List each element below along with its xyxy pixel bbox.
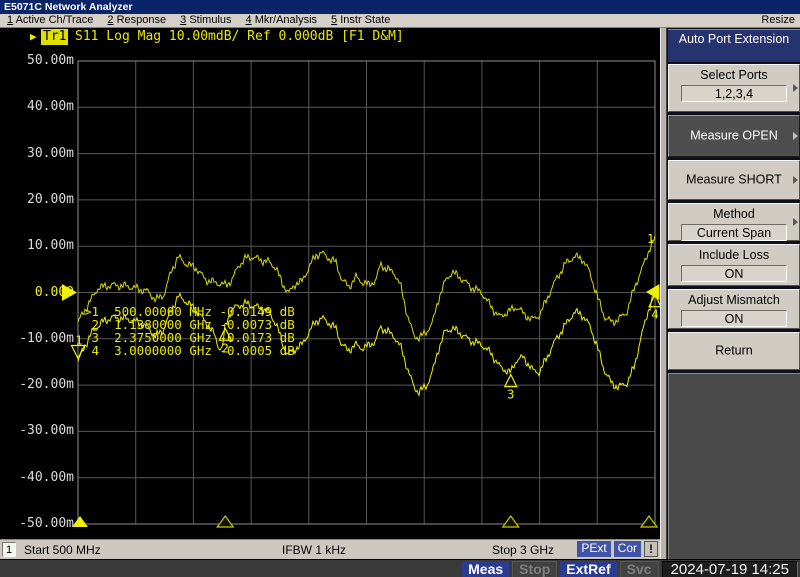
softkey-scroll-strip[interactable] xyxy=(660,28,667,559)
badge-extref: ExtRef xyxy=(560,561,616,577)
menu-item-active-ch-trace[interactable]: 1 Active Ch/Trace xyxy=(0,14,100,27)
y-axis-tick-label: -20.00m xyxy=(0,377,74,392)
badge-stop: Stop xyxy=(512,561,557,577)
softkey-label: Method xyxy=(669,204,799,222)
softkey-column: Auto Port Extension Select Ports 1,2,3,4 M… xyxy=(668,28,800,559)
status-badges: MeasStopExtRefSvc xyxy=(462,561,658,577)
menu-item-response[interactable]: 2 Response xyxy=(100,14,173,27)
softkey-measure-open[interactable]: Measure OPEN xyxy=(668,115,800,157)
softkey-label: Select Ports xyxy=(669,65,799,83)
stimulus-marker-2 xyxy=(217,516,233,527)
menu-item-stimulus[interactable]: 3 Stimulus xyxy=(173,14,238,27)
y-axis-tick-label: 30.00m xyxy=(0,146,74,161)
instrument-window: E5071C Network Analyzer 1 Active Ch/Trac… xyxy=(0,0,800,577)
softkey-value: Current Span xyxy=(681,224,787,241)
softkey-adjust-mismatch[interactable]: Adjust Mismatch ON xyxy=(668,289,800,329)
menu-items: 1 Active Ch/Trace2 Response3 Stimulus4 M… xyxy=(0,14,397,26)
reference-level-label: 0.000 xyxy=(0,285,74,300)
softkey-value: ON xyxy=(681,265,787,282)
softkey-select-ports[interactable]: Select Ports 1,2,3,4 xyxy=(668,64,800,112)
window-titlebar[interactable]: E5071C Network Analyzer xyxy=(0,0,800,14)
trace-title-bar: ▶ Tr1 S11 Log Mag 10.00mdB/ Ref 0.000dB … xyxy=(0,28,660,45)
channel-status-bar: 1 Start 500 MHz IFBW 1 kHz Stop 3 GHz PE… xyxy=(0,539,660,559)
softkey-sidebar: Auto Port Extension Select Ports 1,2,3,4 M… xyxy=(660,28,800,559)
main-area: ▶ Tr1 S11 Log Mag 10.00mdB/ Ref 0.000dB … xyxy=(0,28,800,559)
submenu-arrow-icon xyxy=(793,84,798,92)
channel-badges: PExtCor! xyxy=(577,541,658,557)
active-trace-arrow-icon: ▶ xyxy=(30,29,37,45)
softkey-measure-short[interactable]: Measure SHORT xyxy=(668,160,800,200)
stimulus-marker-3 xyxy=(503,516,519,527)
softkey-label: Measure OPEN xyxy=(669,129,799,144)
instrument-status-bar: MeasStopExtRefSvc 2024-07-19 14:25 xyxy=(0,559,800,577)
ifbw-label[interactable]: IFBW 1 kHz xyxy=(282,543,346,557)
clock: 2024-07-19 14:25 xyxy=(662,561,798,577)
menu-hotkey: 5 xyxy=(331,14,337,26)
softkey-value: 1,2,3,4 xyxy=(681,85,787,102)
softkey-label: Return xyxy=(669,344,799,359)
softkey-label: Measure SHORT xyxy=(669,173,799,188)
softkey-value: ON xyxy=(681,310,787,327)
softkey-label: Adjust Mismatch xyxy=(669,290,799,308)
badge-meas: Meas xyxy=(462,561,509,577)
badge-pext: PExt xyxy=(577,541,610,557)
trace-badge[interactable]: Tr1 xyxy=(41,29,68,45)
badge-cor: Cor xyxy=(614,541,641,557)
softkey-return[interactable]: Return xyxy=(668,332,800,370)
stimulus-marker-1 xyxy=(72,516,88,527)
y-axis-tick-label: 50.00m xyxy=(0,53,74,68)
menu-hotkey: 2 xyxy=(107,14,113,26)
marker-4-number: 4 xyxy=(651,308,658,322)
marker-3-number: 3 xyxy=(507,388,514,402)
submenu-arrow-icon xyxy=(793,218,798,226)
y-axis-tick-label: -30.00m xyxy=(0,423,74,438)
submenu-arrow-icon xyxy=(793,176,798,184)
window-title: E5071C Network Analyzer xyxy=(4,1,133,13)
ref-level-indicator-right xyxy=(646,284,660,300)
stop-frequency-label[interactable]: Stop 3 GHz xyxy=(492,543,554,557)
resize-button[interactable]: Resize xyxy=(761,14,795,27)
trace-format-text: S11 Log Mag 10.00mdB/ Ref 0.000dB [F1 D&… xyxy=(75,29,404,45)
softkey-menu-title: Auto Port Extension xyxy=(668,29,800,62)
y-axis-tick-label: -40.00m xyxy=(0,470,74,485)
submenu-arrow-icon xyxy=(793,132,798,140)
menu-hotkey: 3 xyxy=(180,14,186,26)
trace-number-label: 1 xyxy=(647,232,654,246)
softkey-empty-area xyxy=(668,373,800,559)
y-axis-tick-label: 40.00m xyxy=(0,99,74,114)
badge-: ! xyxy=(644,541,658,557)
softkey-label: Include Loss xyxy=(669,245,799,263)
start-frequency-label[interactable]: Start 500 MHz xyxy=(24,543,101,557)
menu-item-mkr-analysis[interactable]: 4 Mkr/Analysis xyxy=(239,14,325,27)
softkey-include-loss[interactable]: Include Loss ON xyxy=(668,244,800,286)
y-axis-tick-label: -50.00m xyxy=(0,516,74,531)
plot-canvas: 11234 xyxy=(0,45,660,539)
plot-area: 11234 50.00m40.00m30.00m20.00m10.00m0.00… xyxy=(0,45,660,539)
y-axis-tick-label: 10.00m xyxy=(0,238,74,253)
menu-hotkey: 4 xyxy=(246,14,252,26)
channel-number: 1 xyxy=(2,542,16,557)
menu-hotkey: 1 xyxy=(7,14,13,26)
menu-item-instr-state[interactable]: 5 Instr State xyxy=(324,14,397,27)
softkey-method[interactable]: Method Current Span xyxy=(668,203,800,241)
menu-bar: 1 Active Ch/Trace2 Response3 Stimulus4 M… xyxy=(0,14,800,28)
y-axis-tick-label: -10.00m xyxy=(0,331,74,346)
badge-svc: Svc xyxy=(620,561,659,577)
analyzer-screen: ▶ Tr1 S11 Log Mag 10.00mdB/ Ref 0.000dB … xyxy=(0,28,660,559)
marker-readout: >1 500.00000 MHz -0.0149 dB 2 1.1380000 … xyxy=(84,305,295,357)
status-indicators: MeasStopExtRefSvc 2024-07-19 14:25 xyxy=(462,560,798,577)
y-axis-tick-label: 20.00m xyxy=(0,192,74,207)
